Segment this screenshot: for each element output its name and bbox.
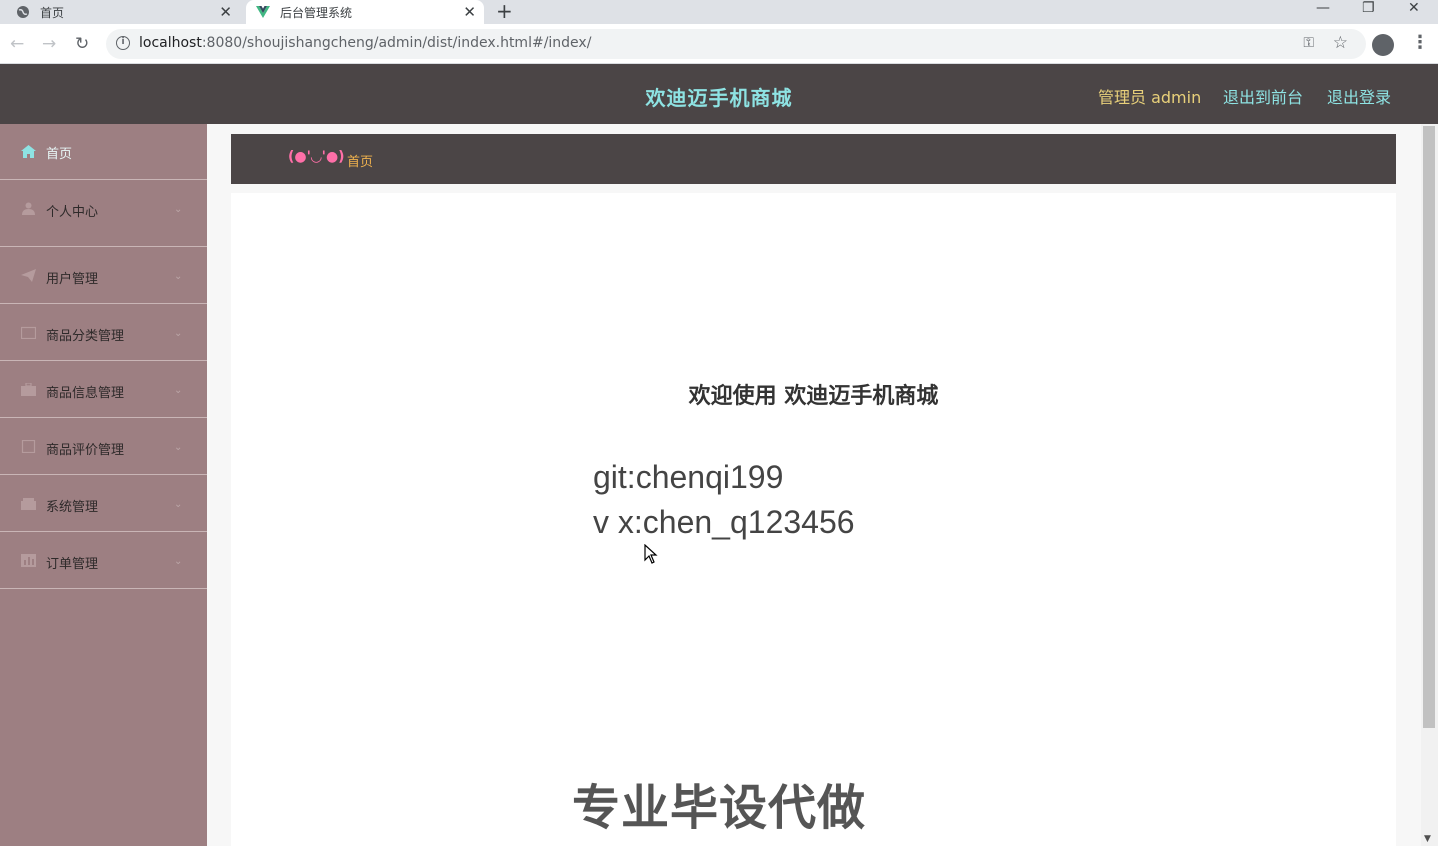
sidebar-item-product[interactable]: 商品信息管理 ⌄ — [0, 361, 207, 418]
browser-tab-home[interactable]: 首页 ✕ — [0, 0, 240, 24]
globe-icon — [16, 5, 30, 19]
to-frontend-link[interactable]: 退出到前台 — [1223, 84, 1303, 108]
sidebar-item-label: 系统管理 — [46, 500, 99, 515]
sidebar-item-label: 商品评价管理 — [46, 443, 125, 458]
sidebar-item-home[interactable]: 首页 — [0, 124, 207, 180]
scroll-down-icon[interactable]: ▼ — [1424, 834, 1431, 844]
browser-menu-icon[interactable]: ⋮ — [1411, 32, 1429, 53]
forward-icon[interactable]: → — [42, 34, 56, 54]
reload-icon[interactable]: ↻ — [75, 34, 89, 54]
logout-link[interactable]: 退出登录 — [1327, 84, 1391, 108]
sidebar-item-label: 商品分类管理 — [46, 329, 125, 344]
briefcase-icon — [21, 383, 36, 396]
sidebar-item-label: 首页 — [46, 147, 73, 162]
close-tab-icon[interactable]: ✕ — [219, 3, 232, 21]
browser-tab-strip: 首页 ✕ 后台管理系统 ✕ + — ❐ ✕ — [0, 0, 1438, 24]
mouse-cursor-icon — [644, 544, 658, 564]
sidebar-item-category[interactable]: 商品分类管理 ⌄ — [0, 304, 207, 361]
chevron-down-icon: ⌄ — [174, 271, 183, 282]
tab-title: 首页 — [40, 5, 65, 20]
sidebar-item-review[interactable]: 商品评价管理 ⌄ — [0, 418, 207, 475]
sidebar-item-system[interactable]: 系统管理 ⌄ — [0, 475, 207, 532]
breadcrumb-home-link[interactable]: 首页 — [347, 151, 373, 170]
app-header: 欢迪迈手机商城 管理员 admin 退出到前台 退出登录 — [0, 64, 1438, 124]
chevron-down-icon: ⌄ — [174, 385, 183, 396]
chevron-down-icon: ⌄ — [174, 499, 183, 510]
document-icon — [21, 440, 36, 453]
minimize-icon[interactable]: — — [1316, 0, 1330, 16]
browser-tab-admin[interactable]: 后台管理系统 ✕ — [246, 0, 484, 24]
send-icon — [21, 269, 36, 282]
address-bar[interactable]: i localhost:8080/shoujishangcheng/admin/… — [106, 29, 1366, 59]
folder-icon — [21, 326, 36, 339]
watermark-overlay: 专业毕设代做 — [572, 780, 867, 836]
key-icon[interactable]: ⚿ — [1303, 35, 1314, 51]
url-text[interactable]: localhost:8080/shoujishangcheng/admin/di… — [139, 35, 591, 51]
tab-title: 后台管理系统 — [280, 5, 353, 20]
chevron-down-icon: ⌄ — [174, 442, 183, 453]
sidebar-item-orders[interactable]: 订单管理 ⌄ — [0, 532, 207, 589]
home-icon — [21, 145, 36, 158]
sidebar-item-label: 用户管理 — [46, 272, 99, 287]
vue-logo-icon — [256, 5, 270, 19]
breadcrumb-emoticon: (●'◡'●) — [288, 149, 345, 165]
chart-icon — [21, 554, 36, 567]
sidebar-item-users[interactable]: 用户管理 ⌄ — [0, 247, 207, 304]
breadcrumb — [231, 134, 1396, 184]
info-icon[interactable]: i — [116, 36, 130, 50]
close-tab-icon[interactable]: ✕ — [463, 3, 476, 21]
sidebar-menu: 首页 个人中心 ⌄ 用户管理 ⌄ 商品分类管理 ⌄ 商品信息管理 ⌄ 商品评价管… — [0, 124, 207, 846]
box-icon — [21, 498, 36, 510]
close-window-icon[interactable]: ✕ — [1408, 0, 1420, 16]
restore-icon[interactable]: ❐ — [1362, 0, 1375, 16]
contact-git: git:chenqi199 — [593, 459, 784, 495]
user-icon — [22, 202, 35, 215]
sidebar-item-label: 商品信息管理 — [46, 386, 125, 401]
sidebar-item-label: 个人中心 — [46, 205, 99, 220]
new-tab-icon[interactable]: + — [496, 0, 513, 22]
sidebar-item-label: 订单管理 — [46, 557, 99, 572]
scrollbar-thumb[interactable] — [1423, 126, 1435, 728]
contact-wechat: v x:chen_q123456 — [593, 504, 855, 540]
chevron-down-icon: ⌄ — [174, 204, 183, 215]
browser-toolbar: ← → ↻ i localhost:8080/shoujishangcheng/… — [0, 24, 1438, 64]
welcome-heading: 欢迎使用 欢迪迈手机商城 — [688, 384, 939, 409]
admin-label: 管理员 admin — [1098, 88, 1202, 107]
chevron-down-icon: ⌄ — [174, 328, 183, 339]
sidebar-item-profile[interactable]: 个人中心 ⌄ — [0, 180, 207, 247]
bookmark-star-icon[interactable]: ☆ — [1333, 33, 1348, 53]
chevron-down-icon: ⌄ — [174, 556, 183, 567]
back-icon[interactable]: ← — [10, 34, 24, 54]
profile-avatar-icon[interactable] — [1372, 34, 1394, 56]
